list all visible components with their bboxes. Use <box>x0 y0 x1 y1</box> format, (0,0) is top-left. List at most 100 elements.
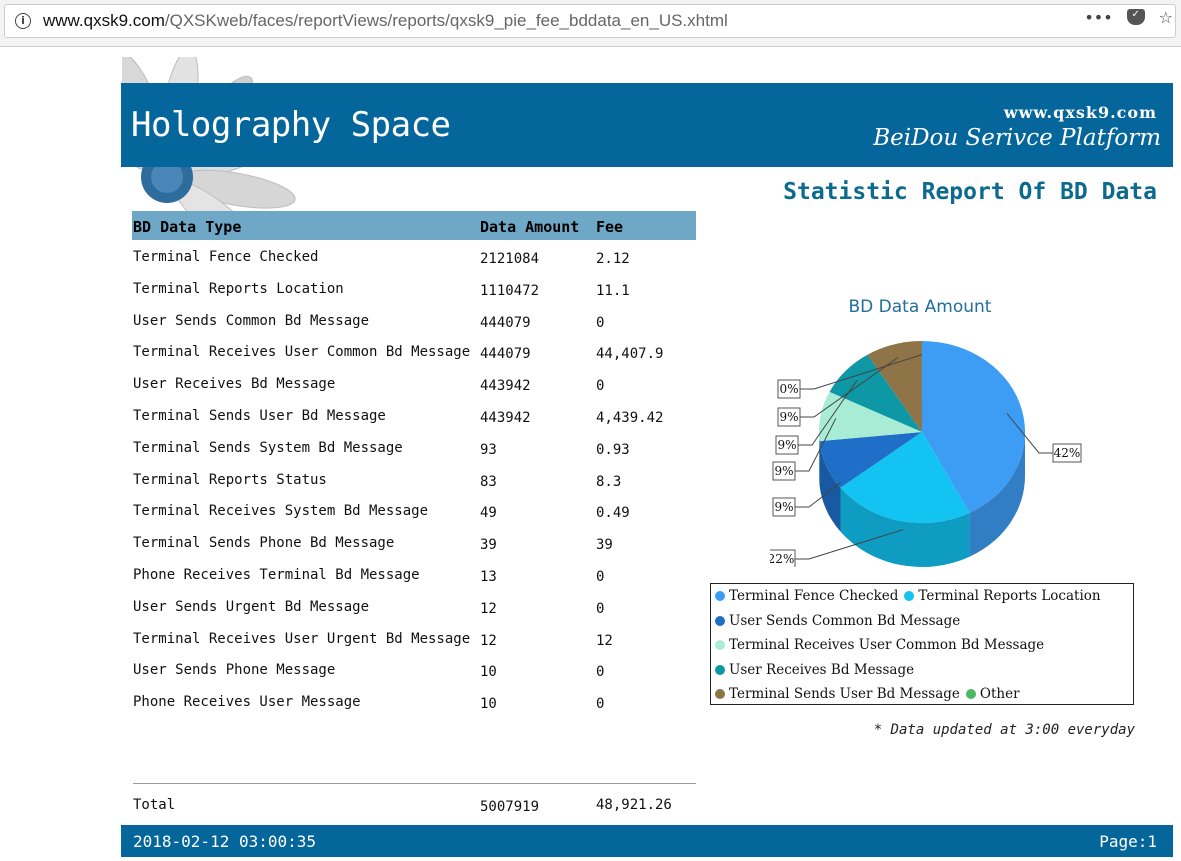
legend-item: Terminal Sends User Bd Message <box>715 686 960 702</box>
browser-action-icons: ••• ✓ ☆ <box>1084 5 1173 29</box>
row-fee: 0 <box>596 696 605 713</box>
url-path: /QXSKweb/faces/reportViews/reports/qxsk9… <box>164 11 728 30</box>
footer-timestamp: 2018-02-12 03:00:35 <box>133 832 317 851</box>
total-amount: 5007919 <box>480 799 540 815</box>
slice-label: 9% <box>772 497 796 517</box>
legend-line: Terminal Sends User Bd Message Other <box>715 686 1026 702</box>
info-icon[interactable]: i <box>15 13 31 29</box>
report-title: Statistic Report Of BD Data <box>783 179 1157 205</box>
total-row: Total 5007919 48,921.26 <box>132 795 696 819</box>
row-type: Terminal Receives User Common Bd Message <box>133 344 471 361</box>
row-type: User Sends Common Bd Message <box>133 312 370 329</box>
url-text[interactable]: www.qxsk9.com/QXSKweb/faces/reportViews/… <box>43 11 728 31</box>
header-banner: Holography Space www.qxsk9.com BeiDou Se… <box>121 83 1173 167</box>
table-row: User Receives Bd Message 443942 0 <box>132 370 696 401</box>
table-row: User Sends Common Bd Message 444079 0 <box>132 307 696 338</box>
slice-label: 22% <box>770 549 796 567</box>
legend-swatch-icon <box>715 689 725 699</box>
pie-chart: 42% 22% 9% 9% 9% 9% 0% <box>770 341 1082 567</box>
slice-label: 9% <box>775 435 799 455</box>
legend-swatch-icon <box>715 615 725 626</box>
table-row: Terminal Receives User Urgent Bd Message… <box>132 625 696 656</box>
update-note: * Data updated at 3:00 everyday <box>873 722 1135 738</box>
row-fee: 0 <box>596 378 605 395</box>
row-fee: 12 <box>596 632 613 649</box>
row-amount: 83 <box>480 473 497 490</box>
row-type: User Sends Urgent Bd Message <box>133 598 370 615</box>
total-divider <box>133 783 696 784</box>
row-fee: 11.1 <box>596 282 630 299</box>
column-header-fee: Fee <box>596 218 624 236</box>
row-amount: 444079 <box>480 346 531 363</box>
legend-label: User Receives Bd Message <box>729 661 915 678</box>
row-fee: 0 <box>596 664 605 681</box>
slice-label: 0% <box>777 379 801 399</box>
site-url: www.qxsk9.com <box>1003 103 1157 122</box>
table-row: User Sends Urgent Bd Message 12 0 <box>132 593 696 624</box>
slice-label-text: 9% <box>774 464 793 478</box>
slice-label-text: 9% <box>779 410 798 424</box>
row-amount: 12 <box>480 632 497 649</box>
row-amount: 93 <box>480 441 497 458</box>
slice-label: 9% <box>772 461 796 481</box>
chart-title: BD Data Amount <box>848 297 992 317</box>
row-amount: 10 <box>480 664 497 681</box>
slice-label-text: 9% <box>777 438 796 452</box>
platform-name: BeiDou Serivce Platform <box>873 125 1161 151</box>
row-fee: 0 <box>596 600 605 617</box>
row-type: Terminal Sends System Bd Message <box>133 439 403 456</box>
table-row: Terminal Sends User Bd Message 443942 4,43… <box>132 402 696 433</box>
table-row: Terminal Sends System Bd Message 93 0.93 <box>132 434 696 465</box>
row-type: Terminal Reports Location <box>133 280 344 297</box>
report-page: Holography Space www.qxsk9.com BeiDou Se… <box>0 47 1181 861</box>
row-fee: 8.3 <box>596 473 622 490</box>
row-type: Terminal Receives User Urgent Bd Message <box>133 630 471 647</box>
table-row: Terminal Fence Checked 2121084 2.12 <box>132 243 696 274</box>
legend-label: Other <box>979 686 1020 702</box>
table-row: Phone Receives User Message 10 0 <box>132 688 696 719</box>
table-row: User Sends Phone Message 10 0 <box>132 656 696 687</box>
row-fee: 0 <box>596 314 605 331</box>
row-amount: 12 <box>480 600 497 617</box>
legend-label: Terminal Receives User Common Bd Message <box>729 637 1045 653</box>
chart-legend: Terminal Fence Checked Terminal Reports L… <box>710 583 1134 705</box>
legend-line: User Sends Common Bd Message <box>715 613 966 629</box>
row-type: Phone Receives User Message <box>133 694 361 711</box>
row-type: Terminal Sends User Bd Message <box>133 408 386 424</box>
row-amount: 13 <box>480 569 497 585</box>
table-row: Terminal Reports Location 1110472 11.1 <box>132 275 696 306</box>
brand-title: Holography Space <box>131 105 451 145</box>
row-fee: 0 <box>596 569 605 585</box>
slice-label-text: 42% <box>1054 446 1081 460</box>
more-actions-icon[interactable]: ••• <box>1084 8 1112 27</box>
legend-item: User Receives Bd Message <box>715 662 914 678</box>
legend-label: Terminal Reports Location <box>918 588 1101 604</box>
legend-item: Terminal Reports Location <box>904 588 1101 604</box>
legend-line: User Receives Bd Message <box>715 662 920 678</box>
row-fee: 2.12 <box>596 251 630 267</box>
bookmark-star-icon[interactable]: ☆ <box>1159 8 1173 27</box>
column-header-amount: Data Amount <box>480 218 580 236</box>
legend-swatch-icon <box>965 689 976 699</box>
address-bar[interactable]: i www.qxsk9.com/QXSKweb/faces/reportView… <box>4 4 1176 38</box>
table-row: Terminal Receives User Common Bd Message… <box>132 338 696 369</box>
row-amount: 10 <box>480 696 497 713</box>
row-fee: 44,407.9 <box>596 346 664 363</box>
legend-label: Terminal Sends User Bd Message <box>729 686 960 702</box>
column-header-type: BD Data Type <box>133 218 242 236</box>
total-label: Total <box>133 797 176 813</box>
slice-label-text: 0% <box>779 382 798 396</box>
row-type: User Receives Bd Message <box>133 376 336 393</box>
row-amount: 2121084 <box>480 251 540 267</box>
row-type: Phone Receives Terminal Bd Message <box>133 567 420 583</box>
row-amount: 39 <box>480 537 497 554</box>
pocket-icon[interactable]: ✓ <box>1126 9 1145 25</box>
row-amount: 443942 <box>480 378 531 395</box>
browser-toolbar: i www.qxsk9.com/QXSKweb/faces/reportView… <box>0 0 1181 47</box>
row-fee: 0.49 <box>596 505 630 522</box>
slice-label: 9% <box>777 407 801 427</box>
url-host: www.qxsk9.com <box>43 11 165 30</box>
table-row: Terminal Receives System Bd Message 49 0.4… <box>132 497 696 528</box>
table-row: Phone Receives Terminal Bd Message 13 0 <box>132 561 696 592</box>
table-row: Terminal Sends Phone Bd Message 39 39 <box>132 529 696 560</box>
